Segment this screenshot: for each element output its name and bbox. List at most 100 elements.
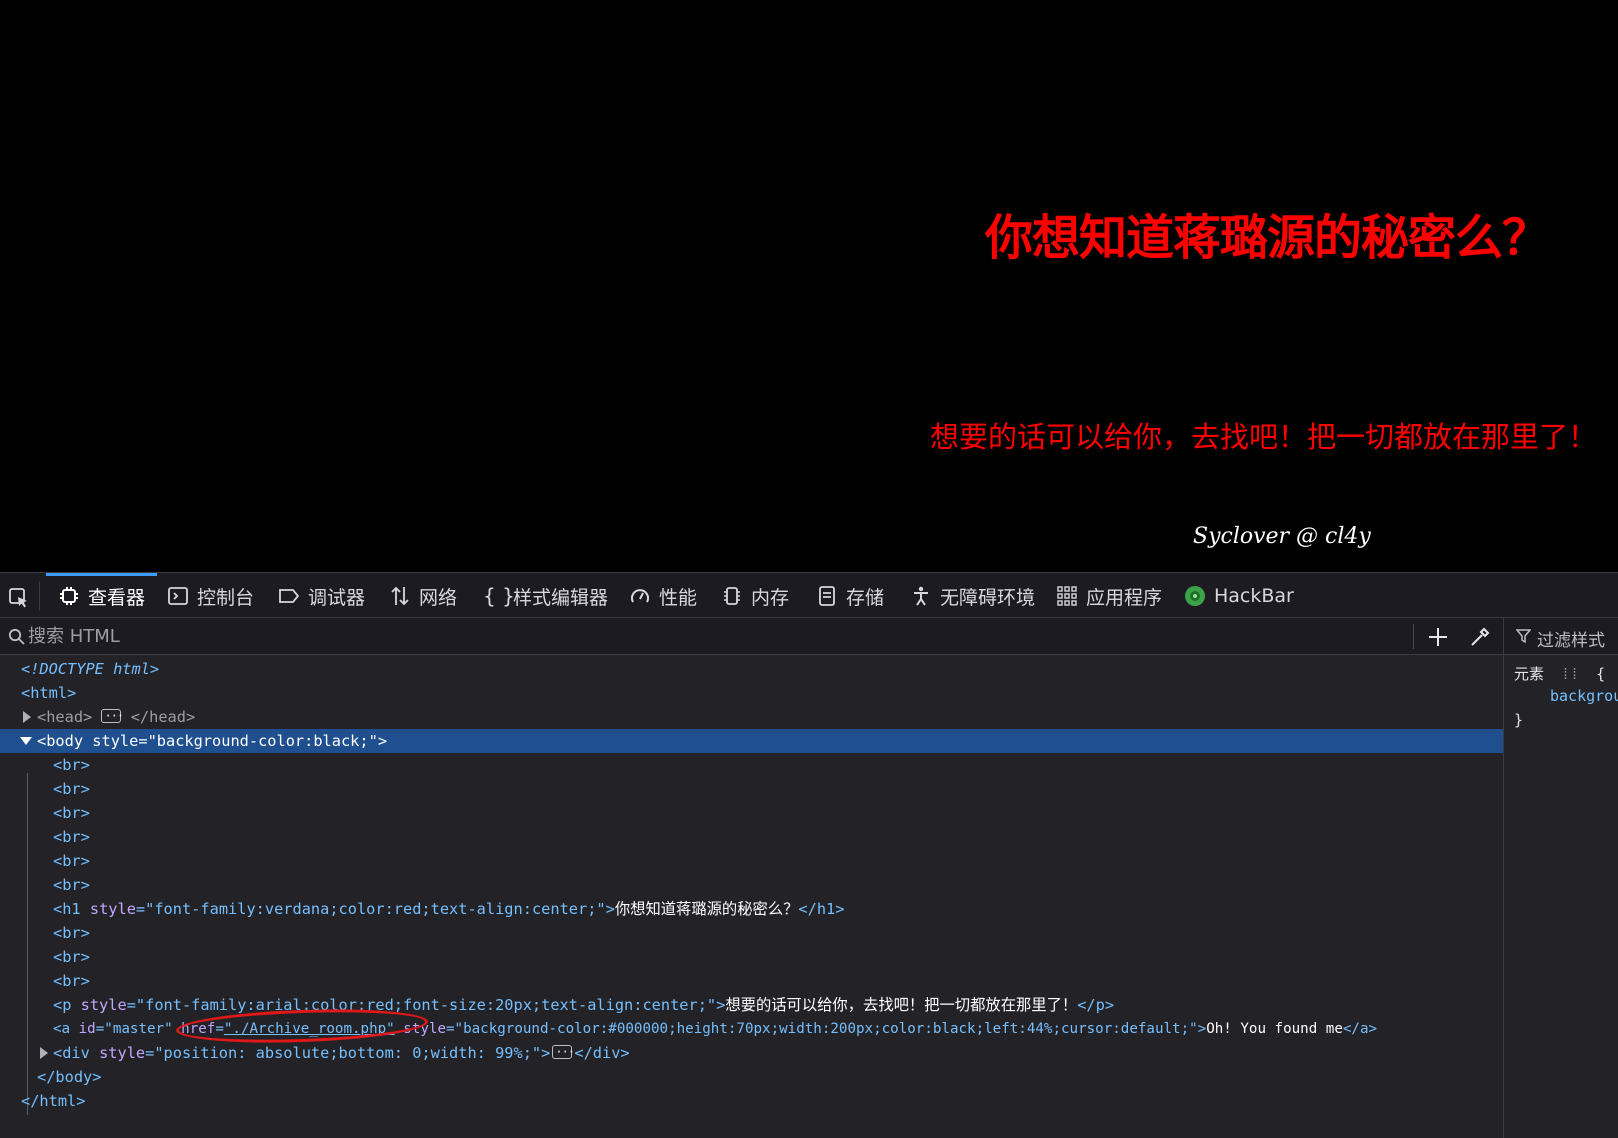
tab-network[interactable]: 网络 (389, 573, 457, 619)
markup-line-br[interactable]: <br> (0, 945, 1503, 969)
br-tag: <br> (53, 804, 90, 822)
attr-name: href (181, 1021, 216, 1037)
markup-line-h1[interactable]: <h1 style="font-family:verdana;color:red… (0, 897, 1503, 921)
tag-close: > (716, 996, 726, 1014)
attr-name: style (99, 1044, 146, 1062)
markup-line-head[interactable]: <head> </head> (0, 704, 1503, 729)
tab-accessibility[interactable]: 无障碍环境 (910, 573, 1035, 619)
equals: = (138, 732, 148, 750)
tab-label: 网络 (419, 586, 458, 609)
application-icon (1056, 585, 1078, 607)
expand-toggle-icon[interactable] (23, 711, 31, 723)
tab-memory[interactable]: 内存 (721, 573, 789, 619)
devtools-toolbar: 查看器 控制台 调试器 网络 { } 样式编辑器 性能 内存 存储 无障碍环境 … (0, 572, 1618, 618)
p-close-tag: </p> (1077, 996, 1115, 1014)
markup-line-br[interactable]: <br> (0, 849, 1503, 873)
head-open-tag: <head> (37, 708, 93, 726)
br-tag: <br> (53, 924, 90, 942)
tab-label: HackBar (1214, 585, 1294, 607)
tag-close: > (605, 900, 615, 918)
markup-line-doctype[interactable]: <!DOCTYPE html> (0, 657, 1503, 681)
element-label: 元素 (1514, 665, 1545, 683)
search-input[interactable] (28, 623, 1408, 649)
memory-icon (721, 585, 743, 607)
markup-line-br[interactable]: <br> (0, 777, 1503, 801)
tab-application[interactable]: 应用程序 (1056, 573, 1162, 619)
markup-line-html[interactable]: <html> (0, 681, 1503, 705)
equals: = (126, 996, 136, 1014)
markup-line-body-close[interactable]: </body> (0, 1065, 1503, 1089)
tag-close: > (377, 732, 388, 750)
tab-label: 无障碍环境 (940, 586, 1036, 609)
console-icon (167, 585, 189, 607)
h1-close-tag: </h1> (798, 900, 845, 918)
attr-value: "font-family:verdana;color:red;text-alig… (145, 900, 606, 918)
markup-line-br[interactable]: <br> (0, 801, 1503, 825)
filter-styles-label: 过滤样式 (1537, 631, 1605, 651)
tab-label: 调试器 (308, 586, 366, 609)
div-open-tag: <div (53, 1044, 90, 1062)
tab-label: 应用程序 (1086, 586, 1163, 609)
href-link[interactable]: "./Archive_room.php" (224, 1021, 395, 1037)
tab-label: 样式编辑器 (513, 586, 609, 609)
markup-line-br[interactable]: <br> (0, 825, 1503, 849)
markup-line-br[interactable]: <br> (0, 921, 1503, 945)
attr-value: "background-color:black;" (147, 732, 378, 750)
collapsed-ellipsis-icon[interactable] (101, 704, 123, 728)
open-brace: { (1596, 665, 1606, 683)
br-tag: <br> (53, 780, 90, 798)
element-rule-selector: 元素 ⁞⁞ { (1514, 663, 1605, 684)
br-tag: <br> (53, 972, 90, 990)
page-heading: 你想知道蒋璐源的秘密么？ (985, 210, 1550, 266)
element-picker-button[interactable] (4, 581, 40, 611)
tab-hackbar[interactable]: HackBar (1184, 573, 1294, 619)
tab-label: 内存 (751, 586, 790, 609)
markup-line-anchor[interactable]: <a id="master" href="./Archive_room.php"… (0, 1017, 1503, 1041)
grid-dots-icon: ⁞⁞ (1561, 665, 1580, 683)
expand-toggle-icon[interactable] (40, 1047, 48, 1059)
attr-name: style (80, 996, 127, 1014)
markup-line-html-close[interactable]: </html> (0, 1089, 1503, 1113)
html-open-tag: <html> (21, 684, 77, 702)
markup-line-body-selected[interactable]: <body style="background-color:black;"> (0, 729, 1503, 753)
markup-line-p[interactable]: <p style="font-family:arial;color:red;fo… (0, 993, 1503, 1017)
markup-line-div[interactable]: <div style="position: absolute;bottom: 0… (0, 1040, 1503, 1065)
page-paragraph: 想要的话可以给你，去找吧！把一切都放在那里了！ (930, 420, 1598, 454)
collapsed-ellipsis-icon[interactable] (552, 1040, 574, 1064)
body-open-tag: <body (37, 732, 84, 750)
filter-styles-bar[interactable]: 过滤样式 (1504, 618, 1618, 655)
attr-value: "font-family:arial;color:red;font-size:2… (135, 996, 717, 1014)
markup-line-br[interactable]: <br> (0, 969, 1503, 993)
tab-style-editor[interactable]: { } 样式编辑器 (483, 573, 608, 619)
br-tag: <br> (53, 948, 90, 966)
network-icon (389, 585, 411, 607)
div-close-tag: </div> (574, 1044, 630, 1062)
body-close-tag: </body> (37, 1068, 102, 1086)
tab-console[interactable]: 控制台 (167, 573, 254, 619)
tab-storage[interactable]: 存储 (816, 573, 884, 619)
add-node-icon[interactable] (1425, 624, 1451, 650)
tag-close: > (541, 1044, 551, 1062)
pick-element-icon (9, 588, 27, 608)
tab-inspector[interactable]: 查看器 (45, 573, 158, 619)
p-open-tag: <p (53, 996, 72, 1014)
filter-icon (1516, 629, 1531, 644)
eyedropper-icon[interactable] (1467, 624, 1493, 650)
br-tag: <br> (53, 828, 90, 846)
rule-property[interactable]: backgrou (1550, 687, 1618, 705)
markup-line-br[interactable]: <br> (0, 873, 1503, 897)
head-close-tag: </head> (130, 708, 196, 726)
devtools-panel: 查看器 控制台 调试器 网络 { } 样式编辑器 性能 内存 存储 无障碍环境 … (0, 572, 1618, 1138)
a-open-tag: <a (53, 1021, 71, 1037)
markup-line-br[interactable]: <br> (0, 753, 1503, 777)
attr-value: "master" (104, 1021, 173, 1037)
html-search-bar (0, 618, 1503, 655)
collapse-toggle-icon[interactable] (20, 737, 32, 745)
equals: = (135, 900, 146, 918)
attr-name: style (89, 900, 136, 918)
tab-performance[interactable]: 性能 (629, 573, 697, 619)
tab-debugger[interactable]: 调试器 (278, 573, 365, 619)
html-close-tag: </html> (21, 1092, 86, 1110)
attr-value: "position: absolute;bottom: 0;width: 99%… (154, 1044, 542, 1062)
attr-name: style (403, 1021, 446, 1037)
